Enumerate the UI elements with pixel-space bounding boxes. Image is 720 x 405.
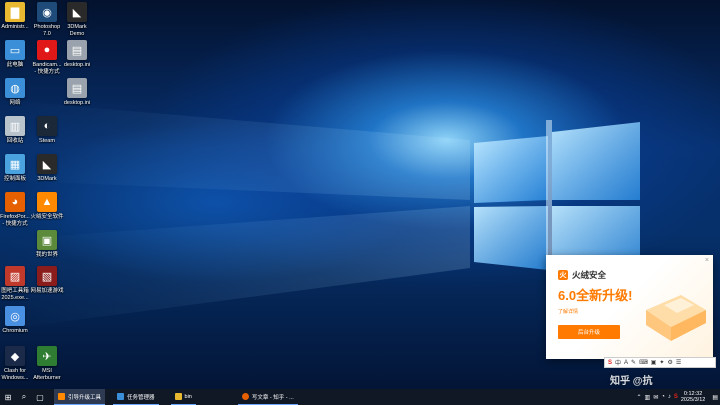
popup-headline: 6.0全新升级! bbox=[558, 288, 633, 303]
huorong-app-icon bbox=[58, 393, 65, 400]
ime-font-button[interactable]: A bbox=[624, 360, 628, 366]
firefox-icon: ◕ bbox=[5, 192, 25, 212]
desktop-icon[interactable]: ◐ Steam bbox=[28, 116, 66, 145]
search-icon[interactable]: ⌕ bbox=[16, 389, 32, 405]
notification-center-icon[interactable]: ▤ bbox=[712, 394, 718, 401]
tray-network-icon[interactable]: ◔ bbox=[661, 394, 665, 400]
ime-skin-icon[interactable]: ▣ bbox=[651, 359, 657, 366]
desktop-icon[interactable]: ◣ 3DMark Demo bbox=[58, 2, 96, 37]
file-icon: ▤ bbox=[67, 40, 87, 60]
ime-settings-icon[interactable]: ⚙ bbox=[667, 359, 672, 366]
tray-ime-icon[interactable]: S bbox=[674, 394, 678, 400]
chromium-icon: ◎ bbox=[5, 306, 25, 326]
tray-overflow-chevron-icon[interactable]: ⌃ bbox=[636, 394, 641, 401]
folder-icon bbox=[174, 393, 182, 400]
taskbar-app-label: bin bbox=[184, 393, 192, 400]
tray-app-icon[interactable]: ▥ bbox=[645, 394, 651, 401]
task-view-icon[interactable]: ▢ bbox=[32, 389, 48, 405]
folder-user-icon: ▇ bbox=[5, 2, 25, 22]
logo-pane-top-right bbox=[552, 122, 640, 200]
network-icon: ◍ bbox=[5, 78, 25, 98]
start-button-icon[interactable]: ⊞ bbox=[0, 389, 16, 405]
clash-icon: ◆ bbox=[5, 346, 25, 366]
desktop-icon[interactable]: ▤ desktop.ini bbox=[58, 40, 96, 69]
logo-pane-bottom-left bbox=[474, 206, 548, 270]
huorong-upgrade-popup: × 火 火绒安全 6.0全新升级! 了解详情 后台升级 bbox=[546, 255, 713, 359]
desktop-icon-label: 我的世界 bbox=[35, 252, 58, 258]
taskbar-app-firefox[interactable]: 写文章 - 知乎 - ... bbox=[237, 389, 298, 405]
control-panel-icon: ▦ bbox=[5, 154, 25, 174]
taskbar-clock[interactable]: 0:12:32 2025/3/12 bbox=[681, 391, 705, 404]
desktop-icon[interactable]: ▣ 我的世界 bbox=[28, 230, 66, 259]
tray-volume-icon[interactable]: ♪ bbox=[668, 394, 671, 400]
3dmark-icon: ◣ bbox=[37, 154, 57, 174]
brand-name: 火绒安全 bbox=[572, 270, 607, 280]
ime-menu-icon[interactable]: ☰ bbox=[676, 359, 681, 366]
desktop-icon-label: 火绒安全软件 bbox=[30, 214, 64, 220]
desktop-icon-label: Chromium bbox=[2, 328, 28, 334]
learn-more-link[interactable]: 了解详情 bbox=[558, 308, 578, 315]
desktop-icon-label: desktop.ini bbox=[63, 100, 91, 106]
afterburner-icon: ✈ bbox=[37, 346, 57, 366]
desktop-icon[interactable]: ◎ Chromium bbox=[0, 306, 34, 335]
taskbar-app-label: 引导升级工具 bbox=[68, 394, 102, 401]
taskbar-app-bin-folder[interactable]: bin bbox=[170, 389, 196, 405]
desktop-icon[interactable]: ▧ 网易加速游戏 bbox=[28, 266, 66, 295]
taskbar-app-label: 写文章 - 知乎 - ... bbox=[251, 394, 294, 401]
steam-icon: ◐ bbox=[37, 116, 57, 136]
desktop-icon-label: 3DMark bbox=[37, 176, 57, 182]
recycle-bin-icon: ▥ bbox=[5, 116, 25, 136]
desktop-icon[interactable]: ✈ MSI Afterburner bbox=[28, 346, 66, 381]
ime-mode-button[interactable]: 中 bbox=[615, 358, 621, 367]
desktop-icon-label: 网络 bbox=[9, 100, 21, 106]
netease-icon: ▧ bbox=[37, 266, 57, 286]
3dmark-icon: ◣ bbox=[67, 2, 87, 22]
taskbar: ⊞ ⌕ ▢ 引导升级工具 任务管理器 bin 写文章 - 知乎 - ... ⌃ … bbox=[0, 389, 720, 405]
desktop-icon-label: MSI Afterburner bbox=[33, 368, 61, 381]
desktop-icon[interactable]: ▲ 火绒安全软件 bbox=[28, 192, 66, 221]
popup-brand: 火 火绒安全 bbox=[558, 269, 606, 281]
sogou-ime-icon[interactable]: S bbox=[608, 360, 612, 366]
task-manager-icon bbox=[117, 393, 125, 400]
bandicam-icon: ● bbox=[37, 40, 57, 60]
desktop-icon[interactable]: ◣ 3DMark bbox=[28, 154, 66, 183]
desktop-icon-label: 网易加速游戏 bbox=[30, 288, 64, 294]
file-icon: ▤ bbox=[67, 78, 87, 98]
toolbox-icon: ▨ bbox=[5, 266, 25, 286]
system-tray: ⌃ ▥ ✉ ◔ ♪ S 0:12:32 2025/3/12 ▤ bbox=[636, 389, 720, 405]
clock-date: 2025/3/12 bbox=[680, 397, 706, 403]
logo-pane-top-left bbox=[474, 136, 548, 203]
minecraft-icon: ▣ bbox=[37, 230, 57, 250]
background-upgrade-button[interactable]: 后台升级 bbox=[558, 325, 620, 339]
desktop-icon-label: desktop.ini bbox=[63, 62, 91, 68]
desktop-icon-label: Steam bbox=[39, 138, 55, 144]
desktop-icon[interactable]: ▤ desktop.ini bbox=[58, 78, 96, 107]
photoshop-icon: ◉ bbox=[37, 2, 57, 22]
huorong-logo-icon: 火 bbox=[558, 270, 568, 280]
taskbar-app-task-manager[interactable]: 任务管理器 bbox=[113, 389, 159, 405]
desktop-icon-label: 3DMark Demo bbox=[67, 24, 87, 37]
taskbar-app-upgrade-tool[interactable]: 引导升级工具 bbox=[54, 389, 106, 405]
ime-tools-icon[interactable]: ✦ bbox=[659, 359, 664, 366]
taskbar-app-label: 任务管理器 bbox=[127, 394, 155, 401]
popup-close-button[interactable]: × bbox=[705, 257, 709, 264]
ime-handwrite-icon[interactable]: ✎ bbox=[631, 359, 636, 366]
desktop: ▇ Administr... ◉ Photoshop 7.0 ◣ 3DMark Demo ▭… bbox=[0, 0, 720, 389]
ime-toolbar: S 中 A ✎ ⌨ ▣ ✦ ⚙ ☰ bbox=[604, 357, 716, 368]
tray-mail-icon[interactable]: ✉ bbox=[653, 394, 658, 401]
huorong-icon: ▲ bbox=[37, 192, 57, 212]
computer-icon: ▭ bbox=[5, 40, 25, 60]
desktop-icon[interactable]: ◍ 网络 bbox=[0, 78, 34, 107]
ime-keyboard-icon[interactable]: ⌨ bbox=[639, 359, 648, 366]
zhihu-watermark: 知乎 @抗 bbox=[610, 376, 653, 387]
firefox-icon bbox=[241, 393, 249, 400]
